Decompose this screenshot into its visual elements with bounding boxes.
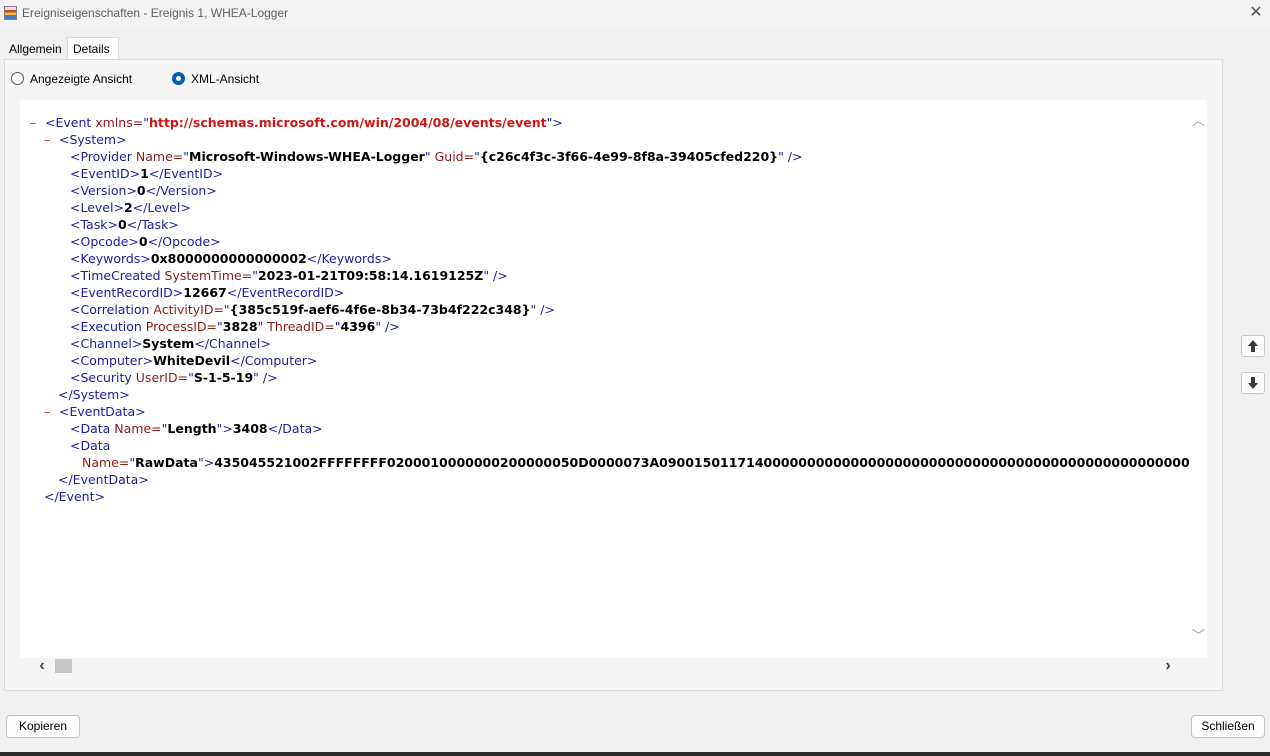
xml-line-security: <Security UserID="S-1-5-19" /> — [70, 370, 278, 385]
xml-line-correlation: <Correlation ActivityID="{385c519f-aef6-… — [70, 302, 555, 317]
radio-checked-icon[interactable] — [172, 72, 185, 85]
xml-line-execution: <Execution ProcessID="3828" ThreadID="43… — [70, 319, 400, 334]
xml-line-data-length: <Data Name="Length">3408</Data> — [70, 421, 323, 436]
close-window-button[interactable]: ✕ — [1246, 3, 1266, 23]
xml-line-system-open: – <System> — [44, 131, 127, 148]
radio-friendly-view-label: Angezeigte Ansicht — [30, 72, 133, 86]
window-title: Ereigniseigenschaften - Ereignis 1, WHEA… — [22, 6, 289, 20]
xml-line-eventid: <EventID>1</EventID> — [70, 166, 224, 181]
scroll-left-arrow-icon[interactable]: ‹ — [35, 658, 49, 674]
xml-line-eventrecordid: <EventRecordID>12667</EventRecordID> — [70, 285, 345, 300]
xml-line-eventdata-open: – <EventData> — [44, 403, 146, 420]
scroll-right-arrow-icon[interactable]: › — [1161, 658, 1175, 674]
radio-xml-view-label: XML-Ansicht — [191, 72, 260, 86]
arrow-up-icon — [1248, 340, 1258, 352]
event-viewer-icon — [4, 6, 17, 20]
tab-allgemein[interactable]: Allgemein — [4, 39, 66, 59]
xml-line-data-raw-open: <Data — [70, 438, 111, 453]
radio-unchecked-icon[interactable] — [11, 72, 24, 85]
xml-line-event: – <Event xmlns="http://schemas.microsoft… — [30, 114, 563, 131]
close-button[interactable]: Schließen — [1191, 715, 1265, 738]
xml-line-task: <Task>0</Task> — [70, 217, 179, 232]
arrow-down-icon — [1248, 377, 1258, 389]
taskbar-edge — [0, 752, 1270, 756]
xml-line-channel: <Channel>System</Channel> — [70, 336, 271, 351]
scroll-down-arrow-icon[interactable]: ﹀ — [1192, 629, 1205, 642]
tab-details[interactable]: Details — [67, 37, 119, 59]
xml-line-level: <Level>2</Level> — [70, 200, 191, 215]
xml-line-system-close: </System> — [58, 387, 130, 402]
scroll-up-arrow-icon[interactable]: ︿ — [1192, 114, 1205, 127]
xml-content: – <Event xmlns="http://schemas.microsoft… — [20, 114, 1190, 505]
xml-view-area[interactable]: – <Event xmlns="http://schemas.microsoft… — [20, 100, 1207, 658]
next-event-button[interactable] — [1241, 372, 1265, 394]
xml-line-provider: <Provider Name="Microsoft-Windows-WHEA-L… — [70, 149, 803, 164]
collapse-system-toggle[interactable]: – — [44, 131, 55, 148]
collapse-event-toggle[interactable]: – — [30, 114, 41, 131]
xml-line-data-raw-value: Name="RawData">435045521002FFFFFFFF02000… — [20, 454, 1190, 471]
copy-button[interactable]: Kopieren — [6, 715, 80, 738]
raw-data-hex: 435045521002FFFFFFFF02000100000002000000… — [214, 455, 1190, 470]
xml-line-timecreated: <TimeCreated SystemTime="2023-01-21T09:5… — [70, 268, 508, 283]
xml-line-opcode: <Opcode>0</Opcode> — [70, 234, 221, 249]
collapse-eventdata-toggle[interactable]: – — [44, 403, 55, 420]
xml-line-computer: <Computer>WhiteDevil</Computer> — [70, 353, 318, 368]
xml-line-keywords: <Keywords>0x8000000000000002</Keywords> — [70, 251, 392, 266]
previous-event-button[interactable] — [1241, 335, 1265, 357]
xml-line-version: <Version>0</Version> — [70, 183, 217, 198]
xml-line-event-close: </Event> — [44, 489, 105, 504]
xmlns-url: http://schemas.microsoft.com/win/2004/08… — [148, 115, 547, 130]
title-bar: Ereigniseigenschaften - Ereignis 1, WHEA… — [0, 0, 1270, 28]
horizontal-scrollbar-thumb[interactable] — [55, 659, 72, 673]
xml-line-eventdata-close: </EventData> — [58, 472, 149, 487]
